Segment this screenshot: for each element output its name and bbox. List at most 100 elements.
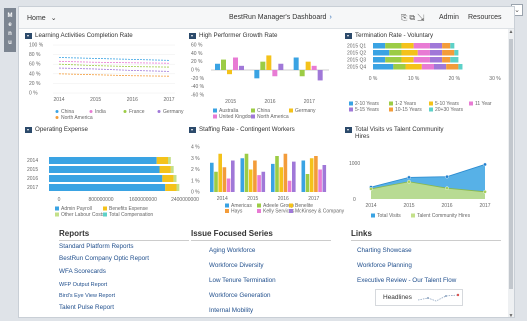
x-tick-label: 2014 <box>365 203 376 209</box>
bar <box>156 157 168 164</box>
report-link[interactable]: WFA Scorecards <box>59 268 106 275</box>
bar <box>254 70 260 79</box>
bar <box>393 64 406 70</box>
bar <box>159 166 171 173</box>
menu-tab-letter: u <box>8 40 12 46</box>
report-link[interactable]: Talent Pulse Report <box>59 304 114 311</box>
bar <box>413 43 430 49</box>
legend-marker <box>213 108 217 113</box>
x-tick-label: 1600000000 <box>129 197 157 203</box>
export-icon[interactable]: ⇲ <box>417 13 426 22</box>
bar <box>373 43 386 49</box>
bar <box>389 50 402 56</box>
scroll-down-icon[interactable]: ▼ <box>508 313 514 317</box>
x-tick-label: 2017 <box>163 97 174 103</box>
x-tick-label: 2016 <box>278 196 289 202</box>
legend-marker <box>103 212 107 217</box>
visits-chart: 1000 0 2014 2015 2016 2017 Total Visits Talent … <box>349 161 491 219</box>
headlines-widget[interactable]: Headlines <box>375 289 463 306</box>
legend-marker <box>225 203 229 208</box>
series-line <box>58 67 170 72</box>
copy-icon[interactable]: ⧉ <box>409 13 417 22</box>
y-tick-label: 0 % <box>191 68 200 74</box>
x-tick-label: 2015 <box>90 97 101 103</box>
bar <box>257 175 261 192</box>
x-tick-label: 2014 <box>53 97 64 103</box>
staffing-chart: 4 %3 %2 %1 %0 %2014 2015 2016 2017Americas A… <box>191 145 345 215</box>
bar <box>434 64 447 70</box>
legend-label: Total Visits <box>377 213 401 219</box>
menu-tab[interactable]: M e n u <box>4 8 16 52</box>
y-tick-label: 0 % <box>29 91 38 97</box>
admin-link[interactable]: Admin <box>439 14 459 21</box>
y-tick-label: 60 % <box>191 43 203 49</box>
bar <box>283 153 288 192</box>
legend-label: 10-15 Years <box>395 107 422 113</box>
bar <box>292 161 296 192</box>
bar <box>385 57 402 63</box>
issue-link[interactable]: Workforce Diversity <box>209 262 263 269</box>
y-tick-label: 60 % <box>29 62 41 68</box>
bar <box>305 61 311 70</box>
legend-marker <box>103 206 107 211</box>
report-link[interactable]: WFP Output Report <box>59 282 107 288</box>
y-tick-label: -40 % <box>191 84 205 90</box>
home-menu[interactable]: Home ⌄ <box>27 14 57 22</box>
legend-label: Hays <box>231 209 243 215</box>
links-link[interactable]: Workforce Planning <box>357 262 412 269</box>
data-point <box>407 179 411 184</box>
menu-tab-letter: M <box>7 13 13 19</box>
issue-link[interactable]: Low Tenure Termination <box>209 277 276 284</box>
bar <box>421 64 434 70</box>
home-label: Home <box>27 15 46 22</box>
dashboard-title[interactable]: BestRun Manager's Dashboard › <box>229 14 332 21</box>
scroll-up-icon[interactable]: ▲ <box>508 29 514 35</box>
bar <box>317 70 323 81</box>
legend-marker <box>55 110 59 113</box>
report-link[interactable]: Standard Platform Reports <box>59 243 134 250</box>
bar <box>260 61 266 70</box>
legend-marker <box>469 101 473 106</box>
bar <box>49 157 157 164</box>
legend-label: Talent Community Hires <box>417 213 471 219</box>
learning-tile: Learning Activities Completion Rate 100 … <box>25 32 195 128</box>
x-tick-label: 10 % <box>408 76 420 82</box>
legend-marker <box>411 213 415 218</box>
bar <box>318 169 322 192</box>
bar <box>311 65 317 70</box>
termination-tile: Termination Rate - Voluntary 2015 Q1 2015… <box>345 32 510 128</box>
y-tick-label: 40 % <box>191 51 203 57</box>
divider <box>59 240 189 241</box>
bar <box>162 175 174 182</box>
bar <box>168 157 171 164</box>
legend-marker <box>257 209 261 213</box>
report-link[interactable]: Bird's Eye View Report <box>59 293 115 299</box>
bar <box>49 166 160 173</box>
y-tick-label: 2017 <box>27 185 38 191</box>
links-link[interactable]: Charting Showcase <box>357 247 412 254</box>
report-link[interactable]: BestRun Company Optic Report <box>59 255 149 262</box>
legend-marker <box>371 213 375 218</box>
bar <box>278 63 284 70</box>
vertical-scrollbar[interactable]: ▲ ▼ <box>508 29 514 317</box>
resources-link[interactable]: Resources <box>468 14 501 21</box>
x-tick-label: 2015 <box>225 99 236 105</box>
links-link[interactable]: Executive Review - Our Talent Flow <box>357 277 456 284</box>
opex-chart: 20142015201620170 800000000 1600000000 2400… <box>27 157 199 218</box>
bar <box>244 153 249 192</box>
legend-label: Total Compensation <box>109 212 153 218</box>
legend-marker <box>429 101 433 106</box>
opex-tile: Operating Expense 2014 2015 2016 2017 0 80000… <box>25 126 199 227</box>
y-tick-label: 40 % <box>29 71 41 77</box>
issue-link[interactable]: Internal Mobility <box>209 307 253 314</box>
y-tick-label: 1 % <box>191 178 200 184</box>
bar <box>299 70 305 77</box>
scroll-thumb[interactable] <box>509 39 513 289</box>
y-tick-label: 2016 <box>27 176 38 182</box>
chevron-right-icon: › <box>329 14 332 21</box>
bar <box>429 57 443 63</box>
issue-link[interactable]: Aging Workforce <box>209 247 255 254</box>
issue-link[interactable]: Workforce Generation <box>209 292 270 299</box>
y-tick-label: 1000 <box>349 161 360 167</box>
dashboard-title-text: BestRun Manager's Dashboard <box>229 14 327 21</box>
